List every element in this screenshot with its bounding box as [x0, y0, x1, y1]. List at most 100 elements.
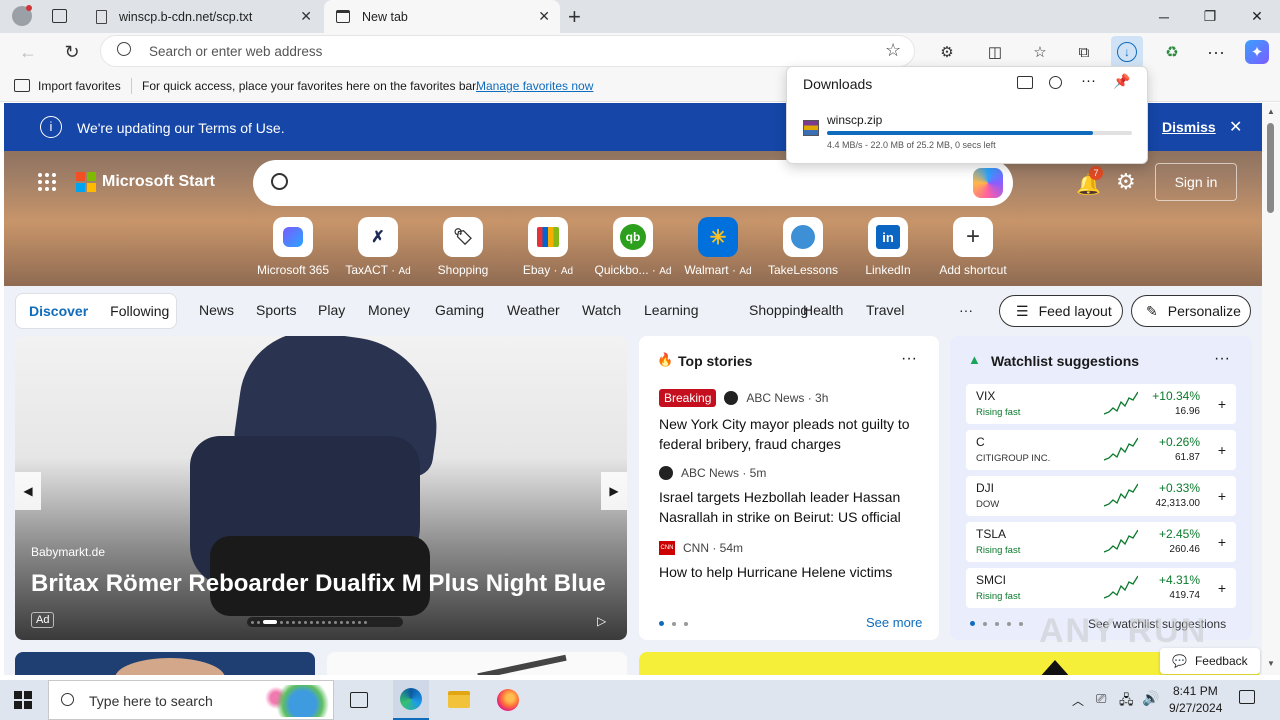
add-stock-icon[interactable]: + — [1218, 488, 1226, 504]
tab-discover[interactable]: Discover — [29, 303, 88, 319]
watchlist-row[interactable]: C CITIGROUP INC. +0.26% 61.87 + — [966, 430, 1236, 470]
shortcut-taxact[interactable]: ✗ TaxACT · Ad — [336, 217, 420, 277]
nav-weather[interactable]: Weather — [507, 302, 560, 318]
nav-watch[interactable]: Watch — [582, 302, 621, 318]
address-input[interactable]: Search or enter web address — [149, 44, 322, 59]
settings-gear-icon[interactable]: ⚙ — [1116, 169, 1136, 195]
ad-title[interactable]: Britax Römer Reboarder Dualfix M Plus Ni… — [31, 570, 606, 598]
network-icon[interactable]: 🖧 — [1119, 691, 1134, 713]
import-favorites-icon[interactable] — [14, 79, 30, 92]
watchlist-row[interactable]: SMCI Rising fast +4.31% 419.74 + — [966, 568, 1236, 608]
close-tab-icon[interactable]: ✕ — [538, 8, 550, 25]
task-view-icon[interactable] — [350, 692, 368, 708]
card-more-icon[interactable]: ··· — [901, 350, 917, 368]
pin-icon[interactable]: 📌 — [1113, 73, 1130, 90]
close-tab-icon[interactable]: ✕ — [300, 8, 312, 25]
clock-time[interactable]: 8:41 PM — [1173, 684, 1218, 698]
downloads-icon[interactable]: ↓ — [1111, 36, 1143, 68]
nav-gaming[interactable]: Gaming — [435, 302, 484, 318]
extensions-icon[interactable]: ⚙ — [935, 40, 959, 64]
nav-play[interactable]: Play — [318, 302, 345, 318]
feed-layout-button[interactable]: ☰ Feed layout — [999, 295, 1123, 327]
nav-news[interactable]: News — [199, 302, 234, 318]
shortcut-ebay[interactable]: Ebay · Ad — [506, 217, 590, 277]
hero-ad-card[interactable]: ◀ ▶ Babymarkt.de Britax Römer Reboarder … — [15, 336, 627, 640]
product-card-image[interactable] — [327, 652, 627, 675]
tab-winscp[interactable]: winscp.b-cdn.net/scp.txt ✕ — [82, 0, 322, 33]
refresh-icon[interactable]: ↻ — [60, 40, 84, 64]
shortcut-linkedin[interactable]: in LinkedIn — [846, 217, 930, 277]
card-more-icon[interactable]: ··· — [1214, 350, 1230, 368]
next-arrow-button[interactable]: ▶ — [601, 472, 627, 510]
watchlist-row[interactable]: TSLA Rising fast +2.45% 260.46 + — [966, 522, 1236, 562]
nav-money[interactable]: Money — [368, 302, 410, 318]
taskbar-search[interactable]: Type here to search — [48, 680, 334, 720]
favorites-icon[interactable]: ☆ — [1028, 40, 1052, 64]
firefox-icon[interactable] — [497, 689, 519, 711]
profile-icon[interactable] — [12, 5, 32, 26]
new-tab-plus-icon[interactable]: + — [568, 4, 581, 30]
nav-shopping[interactable]: Shopping — [749, 302, 808, 318]
feedback-button[interactable]: 💬 Feedback — [1160, 648, 1260, 674]
shortcut-microsoft-365[interactable]: Microsoft 365 — [251, 217, 335, 277]
pager-dots[interactable] — [659, 621, 688, 626]
watchlist-row[interactable]: DJI DOW +0.33% 42,313.00 + — [966, 476, 1236, 516]
ad-choices-icon[interactable]: ▷ — [597, 614, 606, 628]
minimize-button[interactable]: ─ — [1141, 0, 1187, 33]
download-item[interactable]: winscp.zip 4.4 MB/s - 22.0 MB of 25.2 MB… — [787, 107, 1147, 157]
microsoft-start-logo[interactable]: Microsoft Start — [76, 172, 215, 192]
open-folder-icon[interactable] — [1017, 76, 1033, 89]
collections-icon[interactable]: ⧉ — [1072, 40, 1096, 64]
shortcut-walmart[interactable]: ✳ Walmart · Ad — [676, 217, 760, 277]
tab-new[interactable]: New tab ✕ — [324, 0, 560, 33]
scroll-thumb[interactable] — [1267, 123, 1274, 213]
scroll-up-icon[interactable]: ▲ — [1267, 107, 1275, 116]
vertical-scrollbar[interactable]: ▲ ▼ — [1262, 103, 1280, 675]
start-button[interactable] — [14, 691, 32, 709]
apps-grid-icon[interactable] — [38, 173, 56, 191]
manage-favorites-link[interactable]: Manage favorites now — [476, 79, 593, 93]
edge-taskbar-icon[interactable] — [393, 680, 429, 720]
clock-date[interactable]: 9/27/2024 — [1169, 701, 1222, 715]
volume-icon[interactable]: 🔊 — [1142, 690, 1159, 707]
add-stock-icon[interactable]: + — [1218, 580, 1226, 596]
shortcut-quickbooks[interactable]: qb Quickbo... · Ad — [591, 217, 675, 277]
shortcut-shopping[interactable]: 🏷 Shopping — [421, 217, 505, 277]
sign-in-button[interactable]: Sign in — [1155, 163, 1237, 201]
personalize-button[interactable]: ✎ Personalize — [1131, 295, 1251, 327]
copilot-icon[interactable] — [973, 168, 1003, 198]
copilot-sidebar-icon[interactable]: ✦ — [1245, 40, 1269, 64]
add-stock-icon[interactable]: + — [1218, 442, 1226, 458]
chevron-up-icon[interactable]: ︿ — [1072, 692, 1084, 709]
favorite-star-icon[interactable]: ☆ — [885, 40, 901, 61]
nav-learning[interactable]: Learning — [644, 302, 699, 318]
watchlist-row[interactable]: VIX Rising fast +10.34% 16.96 + — [966, 384, 1236, 424]
nav-sports[interactable]: Sports — [256, 302, 296, 318]
import-favorites-link[interactable]: Import favorites — [38, 79, 121, 93]
restore-button[interactable]: ❐ — [1187, 0, 1233, 33]
see-more-link[interactable]: See more — [866, 615, 922, 630]
tab-following[interactable]: Following — [110, 303, 169, 319]
carousel-dots[interactable] — [247, 617, 403, 627]
file-explorer-icon[interactable] — [448, 691, 470, 708]
address-bar[interactable]: Search or enter web address ☆ — [100, 35, 915, 67]
web-search-box[interactable] — [253, 160, 1013, 206]
notifications-icon[interactable] — [1239, 690, 1255, 704]
story-headline[interactable]: How to help Hurricane Helene victims — [659, 562, 929, 582]
more-menu-icon[interactable]: ··· — [1204, 40, 1228, 64]
shortcut-takelessons[interactable]: TakeLessons — [761, 217, 845, 277]
close-banner-icon[interactable]: ✕ — [1229, 117, 1242, 137]
close-window-button[interactable]: ✕ — [1234, 0, 1280, 33]
prev-arrow-button[interactable]: ◀ — [15, 472, 41, 510]
dismiss-link[interactable]: Dismiss — [1162, 119, 1216, 135]
search-downloads-icon[interactable] — [1049, 76, 1062, 89]
downloads-more-icon[interactable]: ··· — [1081, 72, 1096, 89]
add-stock-icon[interactable]: + — [1218, 396, 1226, 412]
nav-health[interactable]: Health — [803, 302, 843, 318]
story-headline[interactable]: New York City mayor pleads not guilty to… — [659, 414, 929, 454]
add-shortcut[interactable]: + Add shortcut — [931, 217, 1015, 277]
taskbar-search-input[interactable]: Type here to search — [89, 693, 213, 709]
meet-now-icon[interactable]: ⎚ — [1096, 691, 1106, 707]
tab-actions-icon[interactable] — [52, 9, 67, 23]
nav-more-icon[interactable]: ··· — [959, 302, 973, 318]
